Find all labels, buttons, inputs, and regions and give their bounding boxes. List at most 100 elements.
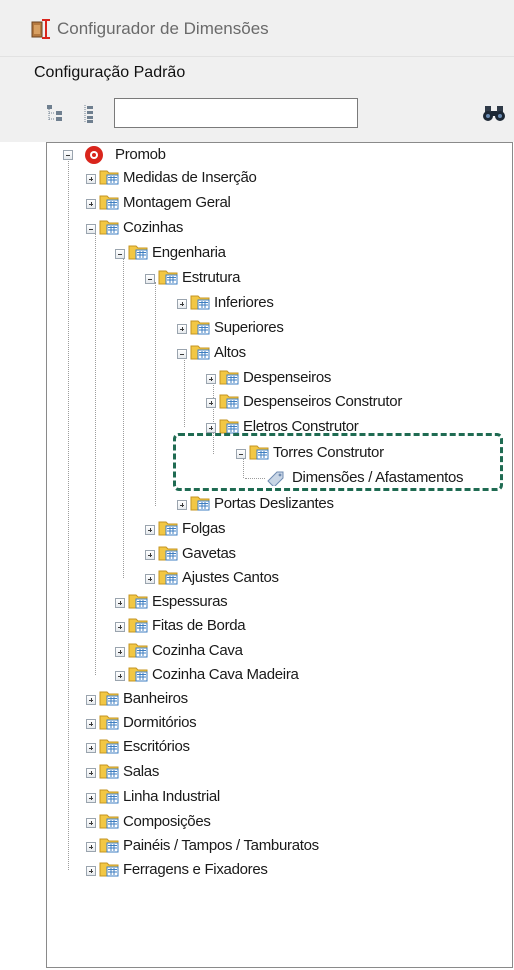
expand-toggle[interactable] [86,818,96,828]
tree-node-gavetas[interactable]: Gavetas [145,544,465,566]
expand-toggle[interactable] [86,174,96,184]
tree-node-label: Engenharia [152,244,226,261]
tree-node-salas[interactable]: Salas [86,762,406,784]
tree-node-dormitorios[interactable]: Dormitórios [86,713,406,735]
expand-toggle[interactable] [177,324,187,334]
folder-icon [99,218,121,236]
tree-node-ferragens[interactable]: Ferragens e Fixadores [86,860,406,882]
tree-node-label: Montagem Geral [123,194,231,211]
collapse-toggle[interactable] [86,224,96,234]
collapse-all-icon[interactable] [80,104,98,124]
tree-node-label: Cozinha Cava [152,642,243,659]
folder-icon [99,860,121,878]
expand-toggle[interactable] [206,374,216,384]
window-titlebar: Configurador de Dimensões [0,0,514,56]
expand-toggle[interactable] [86,719,96,729]
expand-toggle[interactable] [115,622,125,632]
expand-toggle[interactable] [145,574,155,584]
folder-icon [128,243,150,261]
tree-node-inferiores[interactable]: Inferiores [177,293,497,315]
tree-node-linha_industrial[interactable]: Linha Industrial [86,787,406,809]
tree-node-engenharia[interactable]: Engenharia [115,243,435,265]
promob-root-icon [84,145,104,165]
configurator-icon [31,18,53,40]
tree-node-banheiros[interactable]: Banheiros [86,689,406,711]
tree-node-folgas[interactable]: Folgas [145,519,465,541]
expand-toggle[interactable] [145,525,155,535]
tree-node-root[interactable]: Promob [60,144,260,166]
tree-node-label: Despenseiros Construtor [243,393,403,410]
tree-node-label: Espessuras [152,593,228,610]
expand-toggle[interactable] [115,671,125,681]
tree-node-cozinhas[interactable]: Cozinhas [86,218,406,240]
expand-all-icon[interactable] [46,104,64,124]
folder-icon [99,836,121,854]
expand-toggle[interactable] [177,299,187,309]
tree-node-portas[interactable]: Portas Deslizantes [177,494,497,516]
tree-node-despenseiros_construtor[interactable]: Despenseiros Construtor [206,392,514,414]
tree-node-medidas[interactable]: Medidas de Inserção [86,168,406,190]
expand-toggle[interactable] [86,695,96,705]
tree-node-label: Painéis / Tampos / Tamburatos [123,837,319,854]
folder-icon [219,368,241,386]
tree-node-label: Folgas [182,520,226,537]
collapse-toggle[interactable] [145,274,155,284]
folder-icon [190,343,212,361]
tree-node-montagem[interactable]: Montagem Geral [86,193,406,215]
tree-node-espessuras[interactable]: Espessuras [115,592,435,614]
tree-node-ajustes[interactable]: Ajustes Cantos [145,568,465,590]
tree-node-label: Promob [115,146,166,163]
folder-icon [128,616,150,634]
folder-icon [99,812,121,830]
tree-node-cozinha_cava_madeira[interactable]: Cozinha Cava Madeira [115,665,435,687]
folder-icon [99,193,121,211]
collapse-toggle[interactable] [63,150,73,160]
expand-toggle[interactable] [86,743,96,753]
folder-icon [99,787,121,805]
tree-node-label: Salas [123,763,160,780]
tree-node-label: Despenseiros [243,369,332,386]
expand-toggle[interactable] [86,793,96,803]
window-title: Configurador de Dimensões [57,19,269,38]
search-input[interactable] [114,98,358,128]
tree-node-label: Fitas de Borda [152,617,246,634]
tree-node-label: Ajustes Cantos [182,569,279,586]
tree-node-despenseiros[interactable]: Despenseiros [206,368,514,390]
folder-icon [158,568,180,586]
collapse-toggle[interactable] [177,349,187,359]
collapse-toggle[interactable] [115,249,125,259]
tree-connector [95,231,96,675]
tree-node-fitas[interactable]: Fitas de Borda [115,616,435,638]
expand-toggle[interactable] [177,500,187,510]
expand-toggle[interactable] [145,550,155,560]
tree-node-paineis[interactable]: Painéis / Tampos / Tamburatos [86,836,406,858]
expand-toggle[interactable] [86,199,96,209]
tree-node-label: Portas Deslizantes [214,495,334,512]
tree-node-label: Dormitórios [123,714,197,731]
folder-icon [99,168,121,186]
expand-toggle[interactable] [206,398,216,408]
tree-node-altos[interactable]: Altos [177,343,497,365]
tree-connector [155,282,156,506]
folder-icon [158,268,180,286]
folder-icon [158,544,180,562]
expand-toggle[interactable] [86,768,96,778]
expand-toggle[interactable] [86,866,96,876]
expand-toggle[interactable] [115,647,125,657]
expand-toggle[interactable] [206,423,216,433]
expand-toggle[interactable] [115,598,125,608]
folder-icon [190,318,212,336]
tree-node-estrutura[interactable]: Estrutura [145,268,465,290]
expand-toggle[interactable] [86,842,96,852]
tree-node-escritorios[interactable]: Escritórios [86,737,406,759]
folder-icon [190,494,212,512]
configuration-header: Configuração Padrão [0,56,514,91]
tree-node-superiores[interactable]: Superiores [177,318,497,340]
tree-node-composicoes[interactable]: Composições [86,812,406,834]
tree-node-label: Gavetas [182,545,236,562]
tree-node-cozinha_cava[interactable]: Cozinha Cava [115,641,435,663]
folder-icon [99,713,121,731]
folder-icon [128,592,150,610]
binoculars-icon[interactable] [483,104,505,122]
page-title: Configuração Padrão [34,64,186,81]
